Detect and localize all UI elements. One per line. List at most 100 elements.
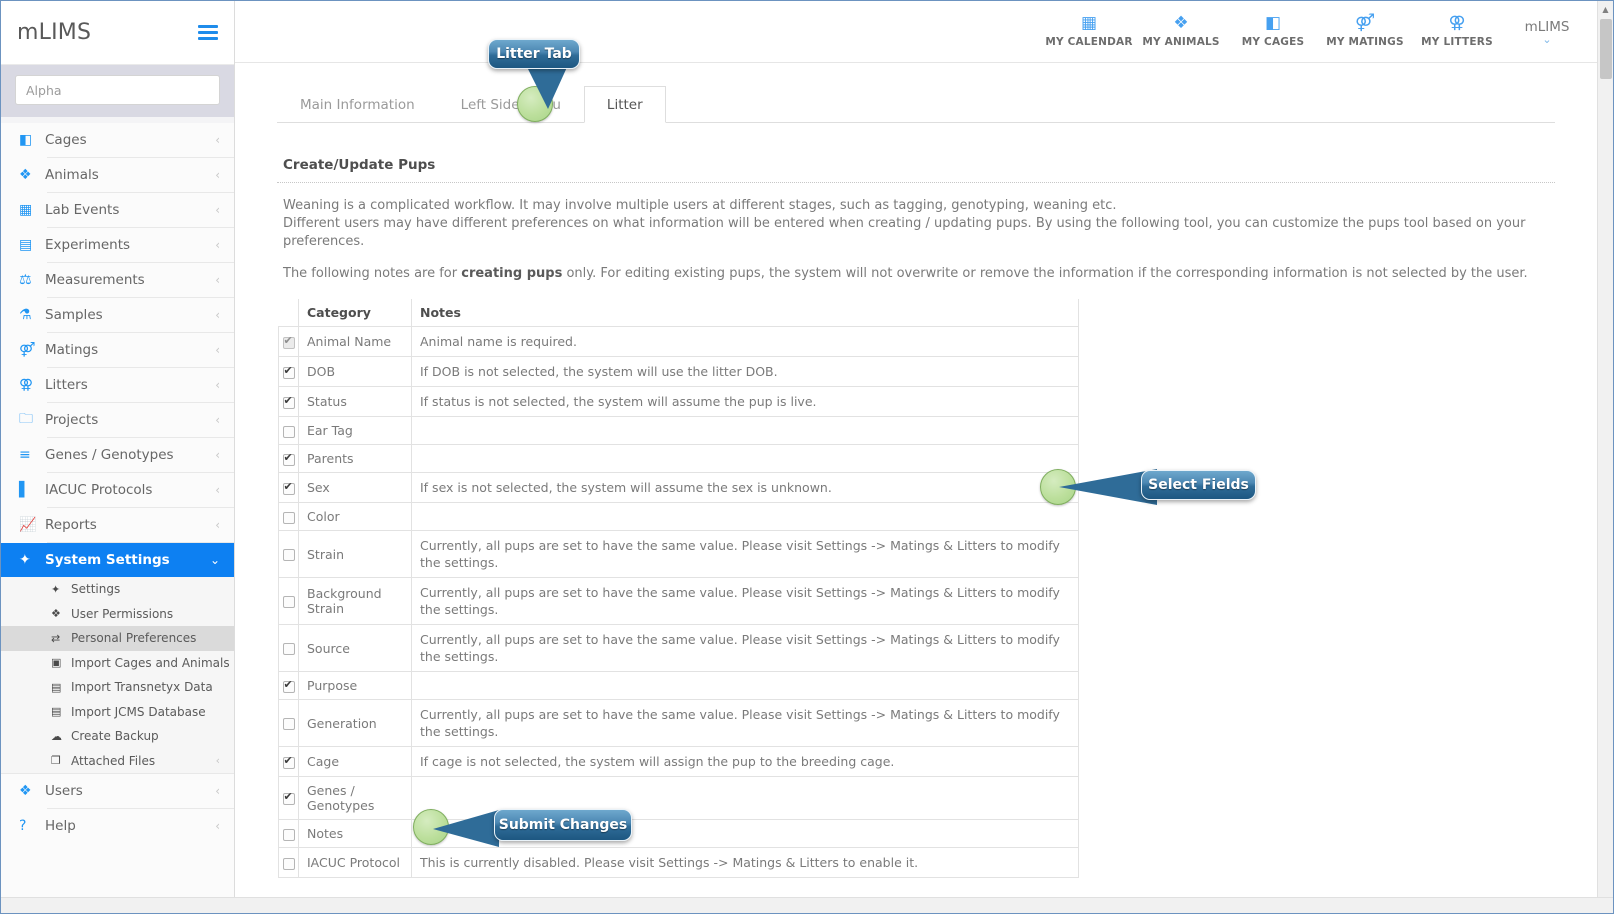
- sidebar-item-system-settings[interactable]: ✦ System Settings ⌄: [1, 543, 234, 577]
- row-checkbox-cell: [278, 444, 299, 473]
- row-checkbox-cell: [278, 671, 299, 700]
- row-checkbox-cell: [278, 624, 299, 672]
- sidebar-item-animals[interactable]: ❖ Animals ‹: [1, 158, 234, 192]
- mating-icon: ⚤: [1355, 13, 1375, 33]
- top-nav-items: ▦ MY CALENDAR ❖ MY ANIMALS ◧ MY CAGES ⚤ MY MATI…: [1043, 13, 1503, 49]
- user-menu[interactable]: mLIMS ⌄: [1503, 19, 1591, 45]
- sidebar-subitem-personal-preferences[interactable]: ⇄ Personal Preferences: [1, 626, 234, 651]
- cube-icon: ◧: [1264, 13, 1282, 33]
- sidebar-item-users[interactable]: ❖ Users ‹: [1, 774, 234, 808]
- sidebar-item-label: Litters: [45, 377, 88, 393]
- checkbox-animal-name[interactable]: [282, 334, 295, 349]
- table-row: Genes / Genotypes: [278, 776, 1079, 820]
- sidebar-item-measurements[interactable]: ⚖ Measurements ‹: [1, 263, 234, 297]
- hamburger-icon[interactable]: [198, 25, 218, 40]
- scroll-up-arrow[interactable]: ▲: [1598, 1, 1613, 17]
- chevron-icon: ‹: [215, 343, 220, 357]
- sidebar-item-iacuc-protocols[interactable]: ▌ IACUC Protocols ‹: [1, 473, 234, 507]
- sidebar-item-projects[interactable]: 🗀 Projects ‹: [1, 403, 234, 437]
- checkbox-generation[interactable]: [282, 718, 295, 730]
- sidebar-item-litters[interactable]: ⚢ Litters ‹: [1, 368, 234, 402]
- topnav-my-calendar[interactable]: ▦ MY CALENDAR: [1043, 15, 1135, 49]
- checkbox-source[interactable]: [282, 643, 295, 655]
- sidebar-item-matings[interactable]: ⚤ Matings ‹: [1, 333, 234, 367]
- callout-select-fields-text: Select Fields: [1148, 477, 1249, 493]
- checkbox-cage[interactable]: [282, 754, 295, 769]
- vertical-scrollbar[interactable]: ▲: [1597, 1, 1613, 899]
- intro-paragraph: Weaning is a complicated workflow. It ma…: [277, 197, 1555, 251]
- checkbox-sex[interactable]: [282, 480, 295, 495]
- sidebar-item-lab-events[interactable]: ▦ Lab Events ‹: [1, 193, 234, 227]
- topnav-my-litters[interactable]: ⚢ MY LITTERS: [1411, 15, 1503, 49]
- topnav-label: MY MATINGS: [1326, 36, 1404, 48]
- tab-main-information[interactable]: Main Information: [277, 86, 438, 123]
- sidebar-subitem-import-jcms-database[interactable]: ▤ Import JCMS Database: [1, 700, 234, 725]
- sliders-icon: ⇄: [51, 631, 61, 645]
- table-header-notes: Notes: [411, 299, 1079, 327]
- topnav-my-cages[interactable]: ◧ MY CAGES: [1227, 13, 1319, 49]
- cloud-upload-icon: ☁: [51, 729, 62, 743]
- title-divider: [277, 182, 1555, 183]
- content-panel: Main Information Left Side Menu Litter Cre…: [277, 85, 1555, 897]
- checkbox-color[interactable]: [282, 511, 295, 524]
- sidebar-subitem-user-permissions[interactable]: ❖ User Permissions: [1, 602, 234, 627]
- sidebar-subitem-import-cages-and-animals[interactable]: ▣ Import Cages and Animals: [1, 651, 234, 676]
- row-category: Cage: [298, 746, 412, 777]
- row-notes: Currently, all pups are set to have the …: [411, 624, 1079, 672]
- scrollbar-thumb[interactable]: [1600, 19, 1612, 79]
- sidebar-item-reports[interactable]: 📈 Reports ‹: [1, 508, 234, 542]
- horizontal-scrollbar[interactable]: [1, 897, 1613, 913]
- sidebar-item-label: System Settings: [45, 552, 170, 568]
- topnav-label: MY LITTERS: [1421, 36, 1493, 48]
- page-title: Create/Update Pups: [283, 157, 436, 173]
- table-row: Color: [278, 502, 1079, 531]
- tab-litter[interactable]: Litter: [583, 86, 666, 123]
- chevron-icon: ‹: [215, 378, 220, 392]
- sidebar-item-samples[interactable]: ⚗ Samples ‹: [1, 298, 234, 332]
- checkbox-dob[interactable]: [282, 364, 295, 379]
- table-row: Animal NameAnimal name is required.: [278, 326, 1079, 357]
- row-notes: [411, 416, 1079, 445]
- row-notes: [411, 502, 1079, 531]
- checkbox-purpose[interactable]: [282, 678, 295, 693]
- table-row: Generation Currently, all pups are set to…: [278, 699, 1079, 747]
- search-input[interactable]: [15, 75, 220, 105]
- sidebar-subnav: ✦ Settings ❖ User Permissions ⇄ Personal Pref…: [1, 577, 234, 774]
- checkbox-parents[interactable]: [282, 451, 295, 466]
- flask-icon: ⚗: [19, 307, 32, 323]
- sidebar-subitem-import-transnetyx-data[interactable]: ▤ Import Transnetyx Data: [1, 675, 234, 700]
- table-row: StatusIf status is not selected, the sys…: [278, 386, 1079, 417]
- sidebar-subitem-settings[interactable]: ✦ Settings: [1, 577, 234, 602]
- table-header-row: Category Notes: [279, 299, 1079, 327]
- row-category: Sex: [298, 472, 412, 503]
- row-category: Genes / Genotypes: [298, 776, 412, 820]
- sidebar-item-label: Projects: [45, 412, 99, 428]
- sidebar-item-genes-genotypes[interactable]: ≡ Genes / Genotypes ‹: [1, 438, 234, 472]
- row-category: DOB: [298, 356, 412, 387]
- gear-icon: ✦: [19, 552, 31, 568]
- checkbox-iacuc-protocol[interactable]: [282, 857, 295, 870]
- checkbox-background-strain[interactable]: [282, 596, 295, 608]
- sidebar-item-experiments[interactable]: ▤ Experiments ‹: [1, 228, 234, 262]
- intro-line-1: Weaning is a complicated workflow. It ma…: [283, 198, 1117, 213]
- checkbox-strain[interactable]: [282, 549, 295, 561]
- topnav-my-matings[interactable]: ⚤ MY MATINGS: [1319, 13, 1411, 49]
- chevron-icon: ‹: [215, 483, 220, 497]
- sidebar-subitem-create-backup[interactable]: ☁ Create Backup: [1, 724, 234, 749]
- sidebar-nav: ◧ Cages ‹ ❖ Animals ‹ ▦ Lab Events ‹ ▤ Experiments…: [1, 123, 234, 577]
- chevron-icon: ‹: [215, 784, 220, 798]
- chart-icon: 📈: [19, 517, 37, 533]
- checkbox-notes[interactable]: [282, 828, 295, 841]
- sidebar-item-cages[interactable]: ◧ Cages ‹: [1, 123, 234, 157]
- row-category: Source: [298, 624, 412, 672]
- checkbox-ear-tag[interactable]: [282, 425, 295, 438]
- row-notes: Currently, all pups are set to have the …: [411, 577, 1079, 625]
- checkbox-status[interactable]: [282, 394, 295, 409]
- topnav-my-animals[interactable]: ❖ MY ANIMALS: [1135, 15, 1227, 49]
- chevron-icon: ‹: [215, 133, 220, 147]
- sidebar-subitem-label: Attached Files: [71, 753, 156, 768]
- table-row: CageIf cage is not selected, the system …: [278, 746, 1079, 777]
- checkbox-genes-genotypes[interactable]: [282, 790, 295, 805]
- sidebar-subitem-attached-files[interactable]: ❐ Attached Files ‹: [1, 749, 234, 774]
- sidebar-item-help[interactable]: ? Help ‹: [1, 809, 234, 843]
